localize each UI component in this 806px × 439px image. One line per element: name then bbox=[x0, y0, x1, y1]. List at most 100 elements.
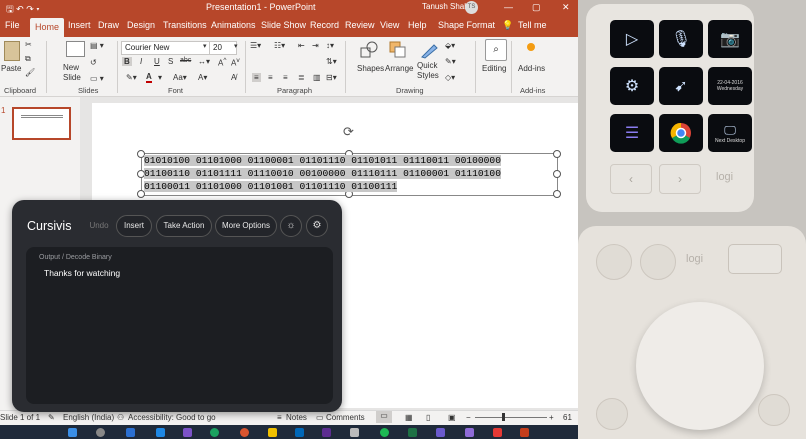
font-color-icon[interactable]: A bbox=[146, 72, 152, 83]
excel-icon[interactable] bbox=[408, 428, 417, 437]
app-icon[interactable] bbox=[183, 428, 192, 437]
new-slide-icon[interactable] bbox=[66, 41, 85, 57]
restore-icon[interactable]: ▢ bbox=[532, 2, 541, 13]
arrange-button[interactable]: Arrange bbox=[385, 64, 413, 73]
comments-button[interactable]: Comments bbox=[326, 413, 365, 422]
text-highlight-icon[interactable]: ✎▾ bbox=[126, 73, 137, 82]
undo-button[interactable]: Undo bbox=[83, 215, 115, 237]
bullets-icon[interactable]: ☰▾ bbox=[250, 41, 261, 50]
italic-button[interactable]: I bbox=[140, 57, 142, 66]
app-icon[interactable] bbox=[493, 428, 502, 437]
notes-icon[interactable]: ≡ bbox=[277, 413, 282, 422]
tab-record[interactable]: Record bbox=[310, 20, 339, 30]
editing-button[interactable]: Editing bbox=[482, 64, 506, 73]
tab-draw[interactable]: Draw bbox=[98, 20, 119, 30]
chevron-down-icon[interactable]: ▾ bbox=[158, 73, 162, 82]
spellcheck-icon[interactable]: ✎ bbox=[48, 413, 55, 422]
quick-styles-button[interactable]: Quick Styles bbox=[417, 61, 439, 81]
settings-icon[interactable]: ⚙ bbox=[306, 215, 328, 237]
rotate-handle-icon[interactable]: ⟳ bbox=[343, 124, 354, 140]
accessibility-status[interactable]: Accessibility: Good to go bbox=[128, 413, 216, 422]
align-text-icon[interactable]: ⊟▾ bbox=[326, 73, 337, 82]
bold-button[interactable]: B bbox=[122, 57, 132, 66]
chrome-icon[interactable] bbox=[240, 428, 249, 437]
align-right-icon[interactable]: ≡ bbox=[283, 73, 288, 82]
add-ins-button[interactable]: Add-ins bbox=[518, 64, 545, 73]
edge-icon[interactable] bbox=[156, 428, 165, 437]
search-icon[interactable]: ⌕ bbox=[485, 39, 507, 61]
normal-view-icon[interactable]: ▭ bbox=[376, 411, 392, 423]
avatar[interactable]: TS bbox=[465, 1, 478, 14]
resize-handle[interactable] bbox=[553, 150, 561, 158]
windows-start-icon[interactable] bbox=[68, 428, 77, 437]
user-name[interactable]: Tanush Shah bbox=[422, 2, 469, 11]
notes-button[interactable]: Notes bbox=[286, 413, 307, 422]
chevron-down-icon[interactable]: ▾ bbox=[234, 42, 238, 50]
clear-formatting-icon[interactable]: A̸ bbox=[231, 73, 236, 82]
slide-sorter-icon[interactable]: ▦ bbox=[405, 413, 413, 422]
font-size-field[interactable]: 20 bbox=[209, 41, 237, 55]
theme-toggle-icon[interactable]: ☼ bbox=[280, 215, 302, 237]
minimize-icon[interactable]: — bbox=[504, 2, 513, 12]
tab-shape-format[interactable]: Shape Format bbox=[438, 20, 495, 30]
increase-indent-icon[interactable]: ⇥ bbox=[312, 41, 319, 50]
more-options-button[interactable]: More Options bbox=[215, 215, 277, 237]
tab-slide-show[interactable]: Slide Show bbox=[261, 20, 306, 30]
cut-icon[interactable]: ✂ bbox=[25, 40, 32, 49]
tab-design[interactable]: Design bbox=[127, 20, 155, 30]
tab-insert[interactable]: Insert bbox=[68, 20, 91, 30]
shapes-icon[interactable] bbox=[360, 41, 378, 59]
zoom-out-icon[interactable]: − bbox=[466, 413, 471, 422]
tab-review[interactable]: Review bbox=[345, 20, 375, 30]
zoom-slider-thumb[interactable] bbox=[502, 413, 505, 421]
paste-button[interactable]: Paste bbox=[1, 64, 21, 73]
line-spacing-icon[interactable]: ↕▾ bbox=[326, 41, 334, 50]
app-icon[interactable] bbox=[465, 428, 474, 437]
chevron-down-icon[interactable]: ▾ bbox=[203, 42, 207, 50]
section-icon[interactable]: ▭ ▾ bbox=[90, 74, 104, 83]
zoom-level[interactable]: 61 bbox=[563, 413, 572, 422]
align-center-icon[interactable]: ≡ bbox=[268, 73, 273, 82]
reset-icon[interactable]: ↺ bbox=[90, 58, 97, 67]
app-icon[interactable] bbox=[322, 428, 331, 437]
comments-icon[interactable]: ▭ bbox=[316, 413, 324, 422]
numbering-icon[interactable]: ☷▾ bbox=[274, 41, 285, 50]
font-shrink-icon[interactable]: Av bbox=[231, 57, 240, 68]
tab-home[interactable]: Home bbox=[30, 18, 65, 37]
app-icon[interactable] bbox=[350, 428, 359, 437]
insert-button[interactable]: Insert bbox=[116, 215, 152, 237]
tab-file[interactable]: File bbox=[5, 20, 20, 30]
decrease-indent-icon[interactable]: ⇤ bbox=[298, 41, 305, 50]
text-direction-icon[interactable]: ⇅▾ bbox=[326, 57, 337, 66]
highlight-color-icon[interactable]: A▾ bbox=[198, 73, 207, 82]
tab-animations[interactable]: Animations bbox=[211, 20, 256, 30]
shape-outline-icon[interactable]: ✎▾ bbox=[445, 57, 456, 66]
tab-transitions[interactable]: Transitions bbox=[163, 20, 207, 30]
align-left-icon[interactable]: ≡ bbox=[252, 73, 261, 82]
arrange-icon[interactable] bbox=[389, 41, 407, 59]
shadow-button[interactable]: S bbox=[168, 57, 173, 66]
accessibility-icon[interactable]: ⚇ bbox=[117, 413, 124, 422]
resize-handle[interactable] bbox=[553, 170, 561, 178]
justify-icon[interactable]: ≣ bbox=[298, 73, 305, 82]
resize-handle[interactable] bbox=[553, 190, 561, 198]
take-action-button[interactable]: Take Action bbox=[156, 215, 212, 237]
layout-icon[interactable]: ▤ ▾ bbox=[90, 41, 104, 50]
quick-styles-icon[interactable] bbox=[420, 41, 438, 59]
tab-view[interactable]: View bbox=[380, 20, 399, 30]
spotify-icon[interactable] bbox=[380, 428, 389, 437]
font-name-field[interactable]: Courier New bbox=[121, 41, 210, 55]
shape-effects-icon[interactable]: ◇▾ bbox=[445, 73, 455, 82]
add-ins-icon[interactable] bbox=[527, 43, 535, 51]
zoom-in-icon[interactable]: + bbox=[549, 413, 554, 422]
reading-view-icon[interactable]: ▯ bbox=[426, 413, 430, 422]
binary-text[interactable]: 01010100 01101000 01100001 01101110 0110… bbox=[144, 154, 535, 194]
change-case-icon[interactable]: Aa▾ bbox=[173, 73, 187, 82]
slideshow-icon[interactable]: ▣ bbox=[448, 413, 456, 422]
slide-thumbnail[interactable] bbox=[12, 107, 71, 140]
copy-icon[interactable]: ⧉ bbox=[25, 54, 31, 64]
shapes-button[interactable]: Shapes bbox=[357, 64, 384, 73]
columns-icon[interactable]: ▥ bbox=[313, 73, 321, 82]
character-spacing-icon[interactable]: ↔▾ bbox=[198, 57, 210, 66]
lightbulb-icon[interactable]: 💡 bbox=[502, 20, 513, 31]
